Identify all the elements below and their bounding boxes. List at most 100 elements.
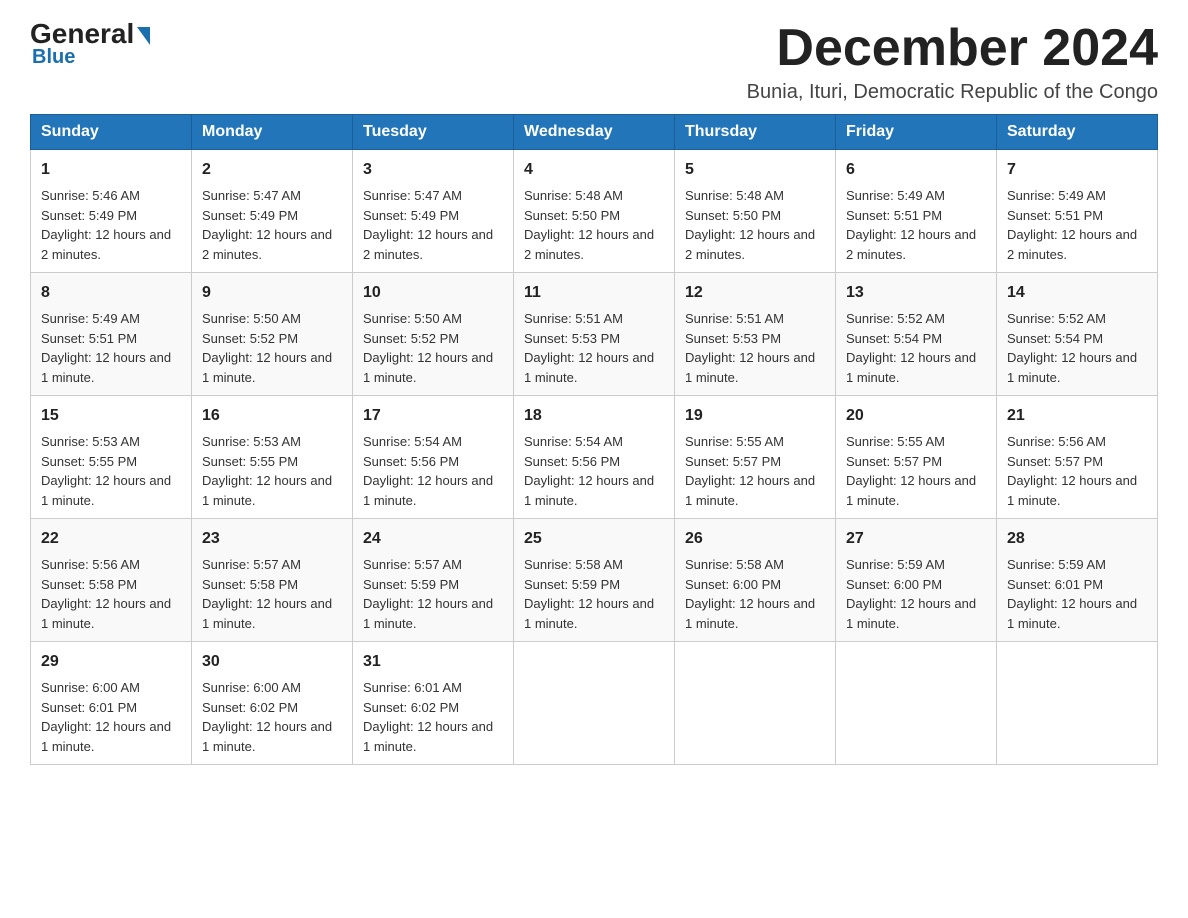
daylight-info: Daylight: 12 hours and 1 minute. <box>202 473 332 508</box>
sunrise-info: Sunrise: 5:47 AM <box>202 188 301 203</box>
list-item: 1 Sunrise: 5:46 AM Sunset: 5:49 PM Daylight… <box>31 150 192 273</box>
sunset-info: Sunset: 6:00 PM <box>685 577 781 592</box>
sunset-info: Sunset: 5:57 PM <box>685 454 781 469</box>
sunrise-info: Sunrise: 5:56 AM <box>41 557 140 572</box>
page-header: General Blue December 2024 Bunia, Ituri,… <box>30 20 1158 104</box>
logo-blue: Blue <box>32 46 75 69</box>
sunrise-info: Sunrise: 6:00 AM <box>202 680 301 695</box>
list-item: 23Sunrise: 5:57 AMSunset: 5:58 PMDayligh… <box>192 519 353 642</box>
daylight-info: Daylight: 12 hours and 2 minutes. <box>363 227 493 262</box>
sunrise-info: Sunrise: 5:47 AM <box>363 188 462 203</box>
list-item: 5Sunrise: 5:48 AMSunset: 5:50 PMDaylight… <box>675 150 836 273</box>
daylight-info: Daylight: 12 hours and 1 minute. <box>685 596 815 631</box>
day-number: 16 <box>202 404 342 428</box>
sunrise-info: Sunrise: 5:57 AM <box>202 557 301 572</box>
sunrise-info: Sunrise: 5:52 AM <box>846 311 945 326</box>
list-item: 27Sunrise: 5:59 AMSunset: 6:00 PMDayligh… <box>836 519 997 642</box>
daylight-info: Daylight: 12 hours and 1 minute. <box>1007 350 1137 385</box>
list-item: 16Sunrise: 5:53 AMSunset: 5:55 PMDayligh… <box>192 396 353 519</box>
sunrise-info: Sunrise: 5:49 AM <box>41 311 140 326</box>
daylight-info: Daylight: 12 hours and 1 minute. <box>524 473 654 508</box>
daylight-info: Daylight: 12 hours and 1 minute. <box>363 473 493 508</box>
calendar-table: Sunday Monday Tuesday Wednesday Thursday… <box>30 114 1158 765</box>
col-thursday: Thursday <box>675 115 836 150</box>
list-item: 12Sunrise: 5:51 AMSunset: 5:53 PMDayligh… <box>675 273 836 396</box>
daylight-info: Daylight: 12 hours and 1 minute. <box>846 350 976 385</box>
list-item: 25Sunrise: 5:58 AMSunset: 5:59 PMDayligh… <box>514 519 675 642</box>
day-number: 12 <box>685 281 825 305</box>
day-number: 14 <box>1007 281 1147 305</box>
list-item: 11Sunrise: 5:51 AMSunset: 5:53 PMDayligh… <box>514 273 675 396</box>
day-number: 5 <box>685 158 825 182</box>
col-friday: Friday <box>836 115 997 150</box>
day-number: 22 <box>41 527 181 551</box>
sunrise-info: Sunrise: 5:54 AM <box>363 434 462 449</box>
sunset-info: Sunset: 5:49 PM <box>41 208 137 223</box>
sunrise-info: Sunrise: 5:58 AM <box>685 557 784 572</box>
sunset-info: Sunset: 6:00 PM <box>846 577 942 592</box>
day-number: 3 <box>363 158 503 182</box>
list-item: 30Sunrise: 6:00 AMSunset: 6:02 PMDayligh… <box>192 642 353 765</box>
sunrise-info: Sunrise: 5:59 AM <box>1007 557 1106 572</box>
day-number: 30 <box>202 650 342 674</box>
day-number: 1 <box>41 158 181 182</box>
day-number: 24 <box>363 527 503 551</box>
list-item: 4Sunrise: 5:48 AMSunset: 5:50 PMDaylight… <box>514 150 675 273</box>
list-item: 9Sunrise: 5:50 AMSunset: 5:52 PMDaylight… <box>192 273 353 396</box>
daylight-info: Daylight: 12 hours and 1 minute. <box>41 350 171 385</box>
sunrise-info: Sunrise: 5:49 AM <box>846 188 945 203</box>
sunrise-info: Sunrise: 5:46 AM <box>41 188 140 203</box>
sunset-info: Sunset: 5:56 PM <box>363 454 459 469</box>
sunrise-info: Sunrise: 5:54 AM <box>524 434 623 449</box>
col-saturday: Saturday <box>997 115 1158 150</box>
daylight-info: Daylight: 12 hours and 1 minute. <box>41 596 171 631</box>
sunset-info: Sunset: 5:56 PM <box>524 454 620 469</box>
sunset-info: Sunset: 5:57 PM <box>846 454 942 469</box>
sunset-info: Sunset: 5:52 PM <box>363 331 459 346</box>
daylight-info: Daylight: 12 hours and 1 minute. <box>524 350 654 385</box>
sunrise-info: Sunrise: 5:55 AM <box>685 434 784 449</box>
table-row: 29Sunrise: 6:00 AMSunset: 6:01 PMDayligh… <box>31 642 1158 765</box>
day-number: 28 <box>1007 527 1147 551</box>
sunset-info: Sunset: 6:02 PM <box>202 700 298 715</box>
daylight-info: Daylight: 12 hours and 2 minutes. <box>41 227 171 262</box>
day-number: 27 <box>846 527 986 551</box>
sunset-info: Sunset: 5:52 PM <box>202 331 298 346</box>
list-item: 31Sunrise: 6:01 AMSunset: 6:02 PMDayligh… <box>353 642 514 765</box>
sunset-info: Sunset: 6:02 PM <box>363 700 459 715</box>
sunrise-info: Sunrise: 5:53 AM <box>41 434 140 449</box>
sunrise-info: Sunrise: 6:01 AM <box>363 680 462 695</box>
list-item: 3Sunrise: 5:47 AMSunset: 5:49 PMDaylight… <box>353 150 514 273</box>
list-item: 22 Sunrise: 5:56 AM Sunset: 5:58 PM Dayligh… <box>31 519 192 642</box>
daylight-info: Daylight: 12 hours and 2 minutes. <box>524 227 654 262</box>
list-item <box>997 642 1158 765</box>
day-number: 23 <box>202 527 342 551</box>
daylight-info: Daylight: 12 hours and 1 minute. <box>202 596 332 631</box>
logo: General Blue <box>30 20 150 69</box>
sunset-info: Sunset: 5:53 PM <box>524 331 620 346</box>
day-number: 13 <box>846 281 986 305</box>
sunset-info: Sunset: 5:59 PM <box>524 577 620 592</box>
sunset-info: Sunset: 5:51 PM <box>41 331 137 346</box>
sunrise-info: Sunrise: 5:50 AM <box>363 311 462 326</box>
location-subtitle: Bunia, Ituri, Democratic Republic of the… <box>747 81 1158 104</box>
day-number: 7 <box>1007 158 1147 182</box>
sunset-info: Sunset: 5:51 PM <box>846 208 942 223</box>
list-item <box>836 642 997 765</box>
table-row: 22 Sunrise: 5:56 AM Sunset: 5:58 PM Dayligh… <box>31 519 1158 642</box>
sunset-info: Sunset: 6:01 PM <box>1007 577 1103 592</box>
list-item: 19Sunrise: 5:55 AMSunset: 5:57 PMDayligh… <box>675 396 836 519</box>
sunrise-info: Sunrise: 5:49 AM <box>1007 188 1106 203</box>
day-number: 2 <box>202 158 342 182</box>
sunrise-info: Sunrise: 5:58 AM <box>524 557 623 572</box>
day-number: 18 <box>524 404 664 428</box>
sunrise-info: Sunrise: 5:56 AM <box>1007 434 1106 449</box>
daylight-info: Daylight: 12 hours and 1 minute. <box>685 350 815 385</box>
sunset-info: Sunset: 5:51 PM <box>1007 208 1103 223</box>
sunset-info: Sunset: 5:58 PM <box>41 577 137 592</box>
day-number: 17 <box>363 404 503 428</box>
sunrise-info: Sunrise: 5:52 AM <box>1007 311 1106 326</box>
sunrise-info: Sunrise: 5:48 AM <box>685 188 784 203</box>
col-tuesday: Tuesday <box>353 115 514 150</box>
day-number: 31 <box>363 650 503 674</box>
